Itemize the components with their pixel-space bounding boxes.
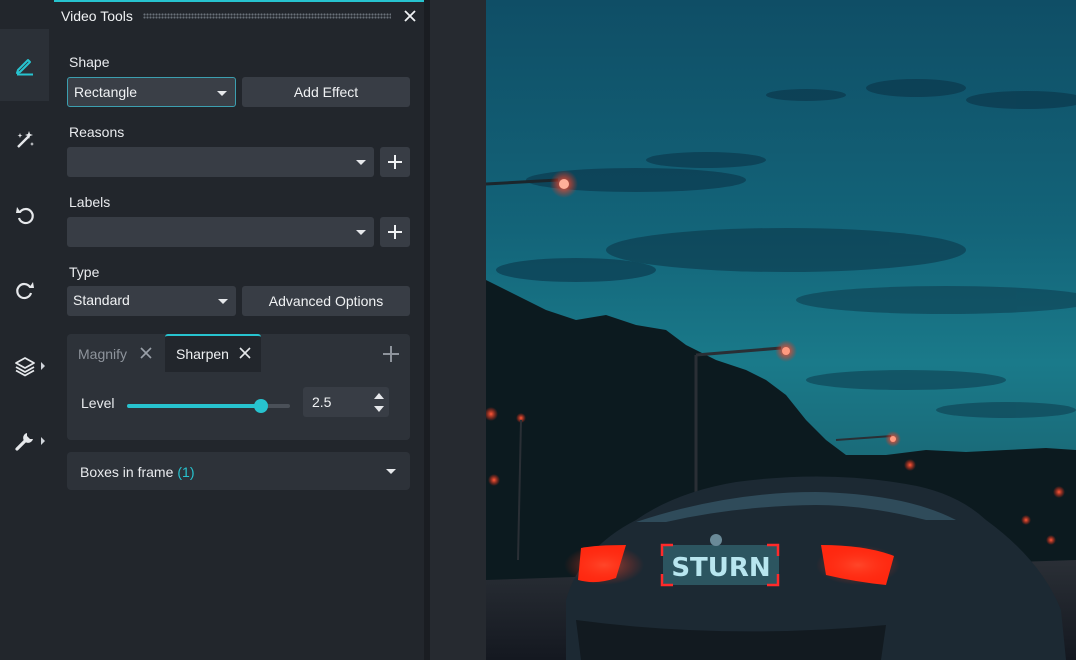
redo-icon: [15, 282, 34, 300]
wrench-icon: [14, 433, 33, 451]
level-label: Level: [81, 395, 115, 411]
level-slider-thumb[interactable]: [254, 399, 268, 413]
increment-icon[interactable]: [374, 393, 384, 399]
expand-caret-icon: [41, 437, 45, 445]
reasons-label: Reasons: [69, 124, 125, 140]
reasons-select[interactable]: [67, 147, 374, 177]
boxes-label-text: Boxes in frame: [80, 464, 174, 480]
tool-rail: [0, 0, 54, 660]
layers-menu-button[interactable]: [0, 330, 49, 402]
chevron-down-icon: [217, 91, 227, 96]
close-tab-icon[interactable]: [239, 347, 251, 359]
shape-select[interactable]: Rectangle: [67, 77, 236, 107]
layers-icon: [14, 357, 35, 377]
side-strip: [430, 0, 486, 660]
effects-card: Magnify Sharpen Level 2.5: [67, 334, 410, 440]
video-viewport[interactable]: STURN: [486, 0, 1076, 660]
chevron-down-icon: [356, 230, 366, 235]
panel-header[interactable]: Video Tools: [54, 2, 424, 30]
add-tab-button[interactable]: [373, 336, 409, 372]
labels-select[interactable]: [67, 217, 374, 247]
tab-label: Sharpen: [176, 346, 229, 362]
boxes-in-frame-dropdown[interactable]: Boxes in frame (1): [67, 452, 410, 490]
panel-title: Video Tools: [61, 8, 133, 24]
pencil-icon: [15, 59, 33, 76]
settings-menu-button[interactable]: [0, 405, 49, 477]
boxes-in-frame-label: Boxes in frame (1): [80, 464, 195, 480]
close-tab-icon[interactable]: [140, 347, 152, 359]
tab-magnify[interactable]: Magnify: [67, 334, 165, 372]
video-tools-panel: Video Tools Shape Rectangle Add Effect R…: [54, 0, 424, 660]
advanced-options-button[interactable]: Advanced Options: [242, 286, 410, 316]
plus-icon: [388, 155, 402, 169]
undo-button[interactable]: [0, 179, 49, 251]
level-value: 2.5: [312, 394, 332, 410]
decrement-icon[interactable]: [374, 406, 384, 412]
close-panel-button[interactable]: [400, 6, 420, 26]
magic-wand-icon: [16, 131, 34, 148]
shape-label: Shape: [69, 54, 110, 70]
tab-label: Magnify: [78, 346, 128, 362]
level-slider[interactable]: [127, 399, 290, 413]
level-number-input[interactable]: 2.5: [303, 387, 389, 417]
type-select-value: Standard: [73, 292, 130, 308]
draw-tool-button[interactable]: [0, 29, 49, 101]
tab-sharpen[interactable]: Sharpen: [165, 334, 261, 372]
magic-tool-button[interactable]: [0, 104, 49, 176]
chevron-down-icon: [218, 299, 228, 304]
add-effect-button[interactable]: Add Effect: [242, 77, 410, 107]
plus-icon: [383, 346, 399, 362]
license-plate-text: STURN: [671, 553, 770, 583]
plus-icon: [388, 225, 402, 239]
redo-button[interactable]: [0, 254, 49, 326]
video-frame: STURN: [486, 79, 1076, 660]
sharpen-settings: Level 2.5: [67, 372, 410, 440]
shape-select-value: Rectangle: [74, 84, 138, 100]
add-reason-button[interactable]: [380, 147, 410, 177]
chevron-down-icon: [356, 160, 366, 165]
close-icon: [404, 10, 416, 22]
boxes-count: (1): [177, 464, 195, 480]
chevron-down-icon: [386, 469, 396, 474]
expand-caret-icon: [41, 362, 45, 370]
undo-icon: [15, 207, 34, 225]
labels-label: Labels: [69, 194, 111, 210]
drag-handle[interactable]: [143, 13, 391, 19]
add-label-button[interactable]: [380, 217, 410, 247]
level-slider-fill: [127, 404, 261, 408]
type-label: Type: [69, 264, 100, 280]
type-select[interactable]: Standard: [67, 286, 236, 316]
